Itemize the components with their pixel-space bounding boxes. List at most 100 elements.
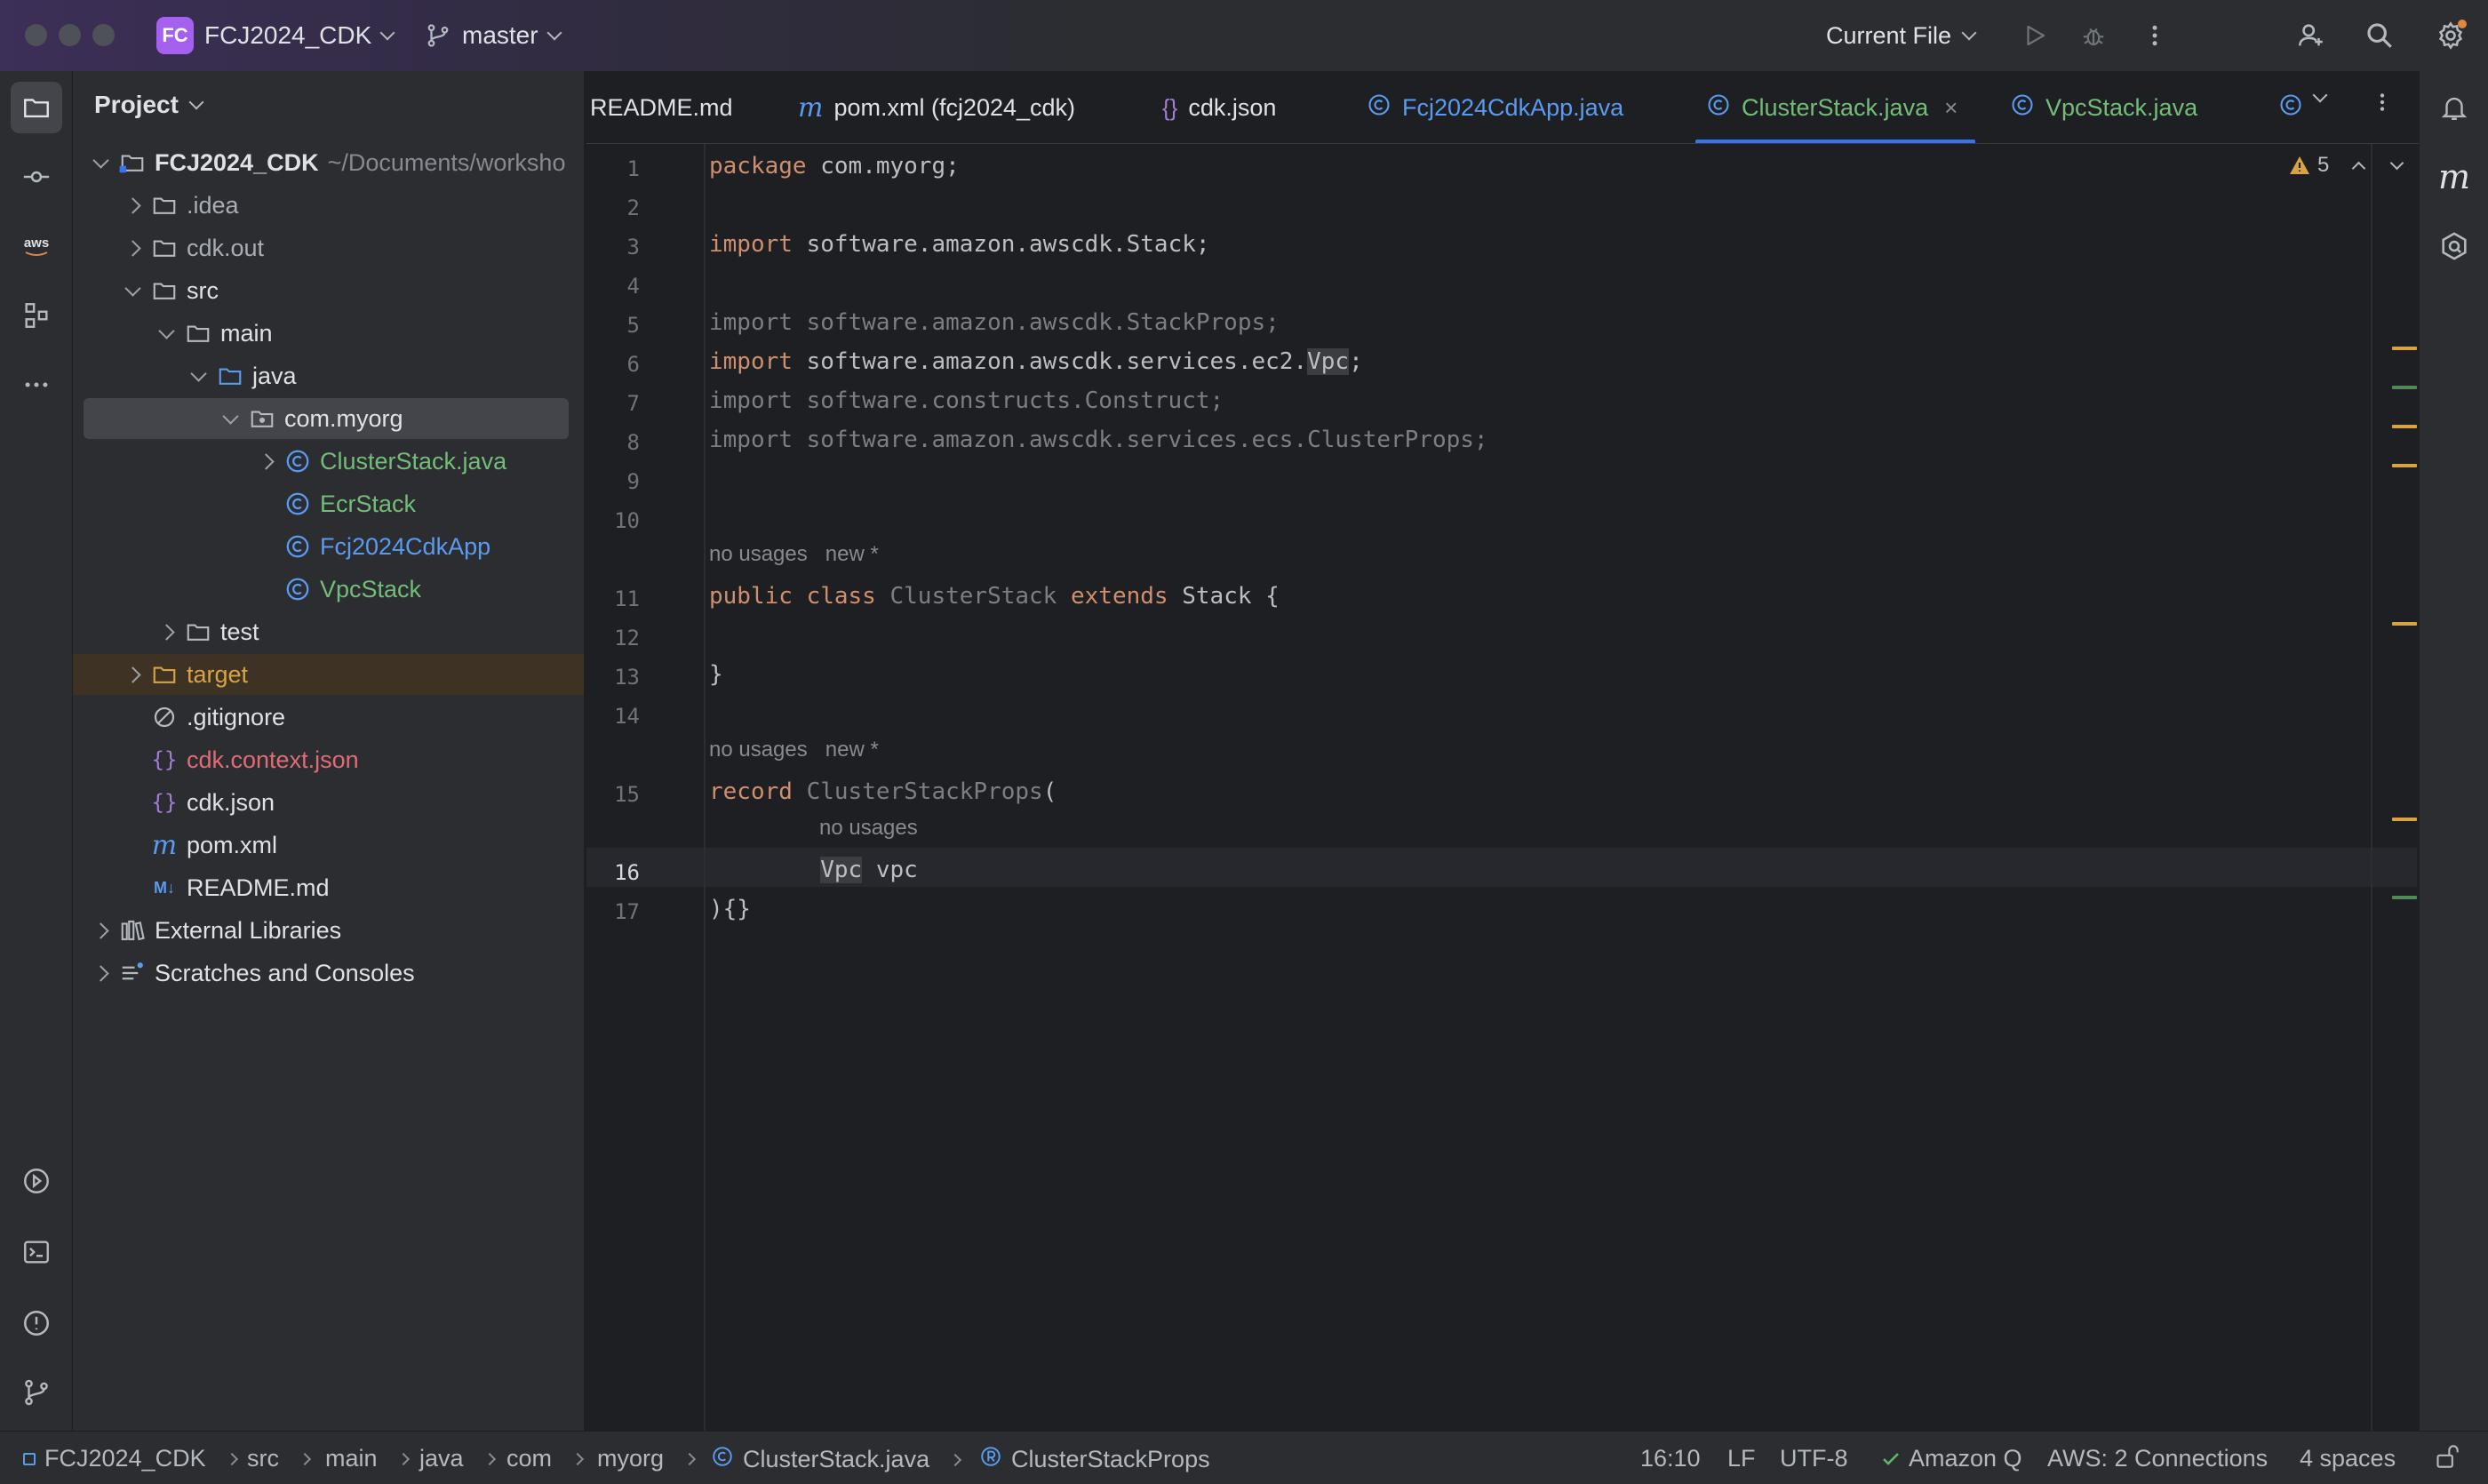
tab-partial[interactable]	[2278, 71, 2303, 143]
tree-folder-node[interactable]: src	[73, 270, 584, 311]
tree-folder-node[interactable]: java	[73, 355, 584, 396]
aws-toolkit-button[interactable]: aws	[11, 220, 62, 272]
error-stripe-mark[interactable]	[2392, 622, 2417, 626]
code-line[interactable]: import software.constructs.Construct;	[709, 387, 1224, 414]
chevron-down-icon[interactable]	[220, 409, 240, 428]
code-line[interactable]: public class ClusterStack extends Stack …	[709, 583, 1280, 610]
usage-hint[interactable]: no usages new *	[709, 542, 879, 567]
tree-file-node[interactable]: Fcj2024CdkApp	[73, 526, 584, 567]
code-line[interactable]: package com.myorg;	[709, 153, 960, 180]
line-number[interactable]: 8	[586, 430, 640, 455]
structure-tool-button[interactable]	[11, 290, 62, 341]
code-line[interactable]: import software.amazon.awscdk.StackProps…	[709, 309, 1280, 336]
line-number[interactable]: 11	[586, 586, 640, 611]
change-stripe-mark[interactable]	[2392, 896, 2417, 899]
tree-folder-node[interactable]: FCJ2024_CDK ~/Documents/worksho	[73, 142, 584, 183]
line-separator[interactable]: LF	[1727, 1445, 1756, 1472]
code-editor[interactable]: 5 1 package com.myorg; 2 3 import software.a…	[586, 144, 2419, 1431]
line-number[interactable]: 2	[586, 195, 640, 220]
indent-setting[interactable]: 4 spaces	[2300, 1445, 2396, 1472]
tree-file-node[interactable]: {} cdk.context.json	[73, 739, 584, 780]
next-highlight-icon[interactable]	[2390, 156, 2404, 170]
window-close-button[interactable]	[25, 24, 47, 46]
tree-folder-node[interactable]: test	[73, 611, 584, 652]
breadcrumb-item[interactable]: ClusterStackProps	[979, 1445, 1210, 1474]
tree-folder-node[interactable]: com.myorg	[84, 398, 569, 439]
maven-tool-button[interactable]: m	[2428, 151, 2480, 203]
code-line[interactable]: Vpc vpc	[709, 857, 918, 883]
aws-connections[interactable]: AWS: 2 Connections	[2047, 1445, 2268, 1472]
line-number[interactable]: 9	[586, 469, 640, 494]
line-number[interactable]: 1	[586, 156, 640, 181]
tree-folder-node[interactable]: ClusterStack.java	[73, 441, 584, 482]
line-number[interactable]: 5	[586, 313, 640, 338]
breadcrumb-item[interactable]: myorg	[597, 1445, 697, 1472]
chevron-right-icon[interactable]	[91, 921, 110, 940]
code-line[interactable]: record ClusterStackProps(	[709, 778, 1057, 805]
commit-tool-button[interactable]	[11, 151, 62, 203]
search-everywhere-button[interactable]	[2362, 18, 2397, 53]
amazon-q-status[interactable]: Amazon Q	[1880, 1445, 2022, 1472]
terminal-tool-button[interactable]	[11, 1226, 62, 1278]
tree-folder-node[interactable]: main	[73, 313, 584, 354]
usage-hint[interactable]: no usages	[819, 816, 918, 841]
breadcrumb-item[interactable]: FCJ2024_CDK	[23, 1445, 238, 1472]
error-stripe-mark[interactable]	[2392, 818, 2417, 821]
breadcrumb-item[interactable]: main	[325, 1445, 410, 1472]
tree-folder-node[interactable]: Scratches and Consoles	[73, 953, 584, 993]
breadcrumb-item[interactable]: java	[419, 1445, 496, 1472]
chevron-right-icon[interactable]	[91, 963, 110, 983]
services-tool-button[interactable]	[11, 1155, 62, 1207]
close-tab-button[interactable]: ×	[1944, 94, 1958, 122]
tab-fcj2024cdkapp[interactable]: Fcj2024CdkApp.java	[1367, 71, 1623, 143]
error-stripe-mark[interactable]	[2392, 464, 2417, 467]
window-minimize-button[interactable]	[59, 24, 81, 46]
debug-button[interactable]	[2076, 18, 2111, 53]
chevron-down-icon[interactable]	[91, 153, 110, 172]
project-tool-button[interactable]	[11, 82, 62, 133]
run-configuration-selector[interactable]: Current File	[1826, 16, 1977, 55]
line-number[interactable]: 12	[586, 626, 640, 650]
code-line[interactable]: import software.amazon.awscdk.services.e…	[709, 427, 1488, 453]
change-stripe-mark[interactable]	[2392, 386, 2417, 389]
line-number[interactable]: 13	[586, 665, 640, 690]
line-number[interactable]: 16	[586, 860, 640, 885]
tab-readme[interactable]: README.md	[590, 71, 733, 143]
chevron-down-icon[interactable]	[123, 281, 142, 300]
read-only-toggle[interactable]	[2435, 1442, 2460, 1477]
tab-cdk-json[interactable]: {} cdk.json	[1162, 71, 1276, 143]
previous-highlight-icon[interactable]	[2352, 161, 2366, 175]
code-line[interactable]: import software.amazon.awscdk.Stack;	[709, 231, 1210, 258]
settings-button[interactable]	[2433, 18, 2468, 53]
tab-vpcstack[interactable]: VpcStack.java	[2010, 71, 2197, 143]
chevron-down-icon[interactable]	[156, 323, 176, 343]
chevron-right-icon[interactable]	[256, 451, 275, 471]
code-with-me-button[interactable]	[2293, 18, 2329, 53]
tab-clusterstack[interactable]: ClusterStack.java ×	[1695, 71, 1976, 143]
line-number[interactable]: 17	[586, 899, 640, 924]
error-stripe-mark[interactable]	[2392, 347, 2417, 350]
chevron-right-icon[interactable]	[123, 195, 142, 215]
line-number[interactable]: 14	[586, 704, 640, 729]
tab-overflow-button[interactable]	[2312, 87, 2328, 105]
tab-actions-button[interactable]	[2371, 89, 2394, 120]
tree-folder-node[interactable]: External Libraries	[73, 910, 584, 951]
line-number[interactable]: 6	[586, 352, 640, 377]
chevron-right-icon[interactable]	[123, 665, 142, 684]
git-tool-button[interactable]	[11, 1367, 62, 1418]
tree-file-node[interactable]: M↓ README.md	[73, 867, 584, 908]
error-stripe-mark[interactable]	[2392, 425, 2417, 428]
tree-file-node[interactable]: EcrStack	[73, 483, 584, 524]
tree-file-node[interactable]: .gitignore	[73, 697, 584, 738]
window-zoom-button[interactable]	[92, 24, 115, 46]
line-number[interactable]: 10	[586, 508, 640, 533]
code-line[interactable]: ){}	[709, 896, 751, 922]
inspection-widget[interactable]: 5	[2289, 153, 2404, 178]
tree-folder-node[interactable]: cdk.out	[73, 227, 584, 268]
project-panel-header[interactable]: Project	[94, 91, 204, 119]
notifications-button[interactable]	[2428, 82, 2480, 133]
caret-position[interactable]: 16:10	[1640, 1445, 1701, 1472]
amazon-q-tool-button[interactable]	[2428, 220, 2480, 272]
breadcrumb-item[interactable]: com	[506, 1445, 585, 1472]
code-line[interactable]: }	[709, 661, 723, 688]
